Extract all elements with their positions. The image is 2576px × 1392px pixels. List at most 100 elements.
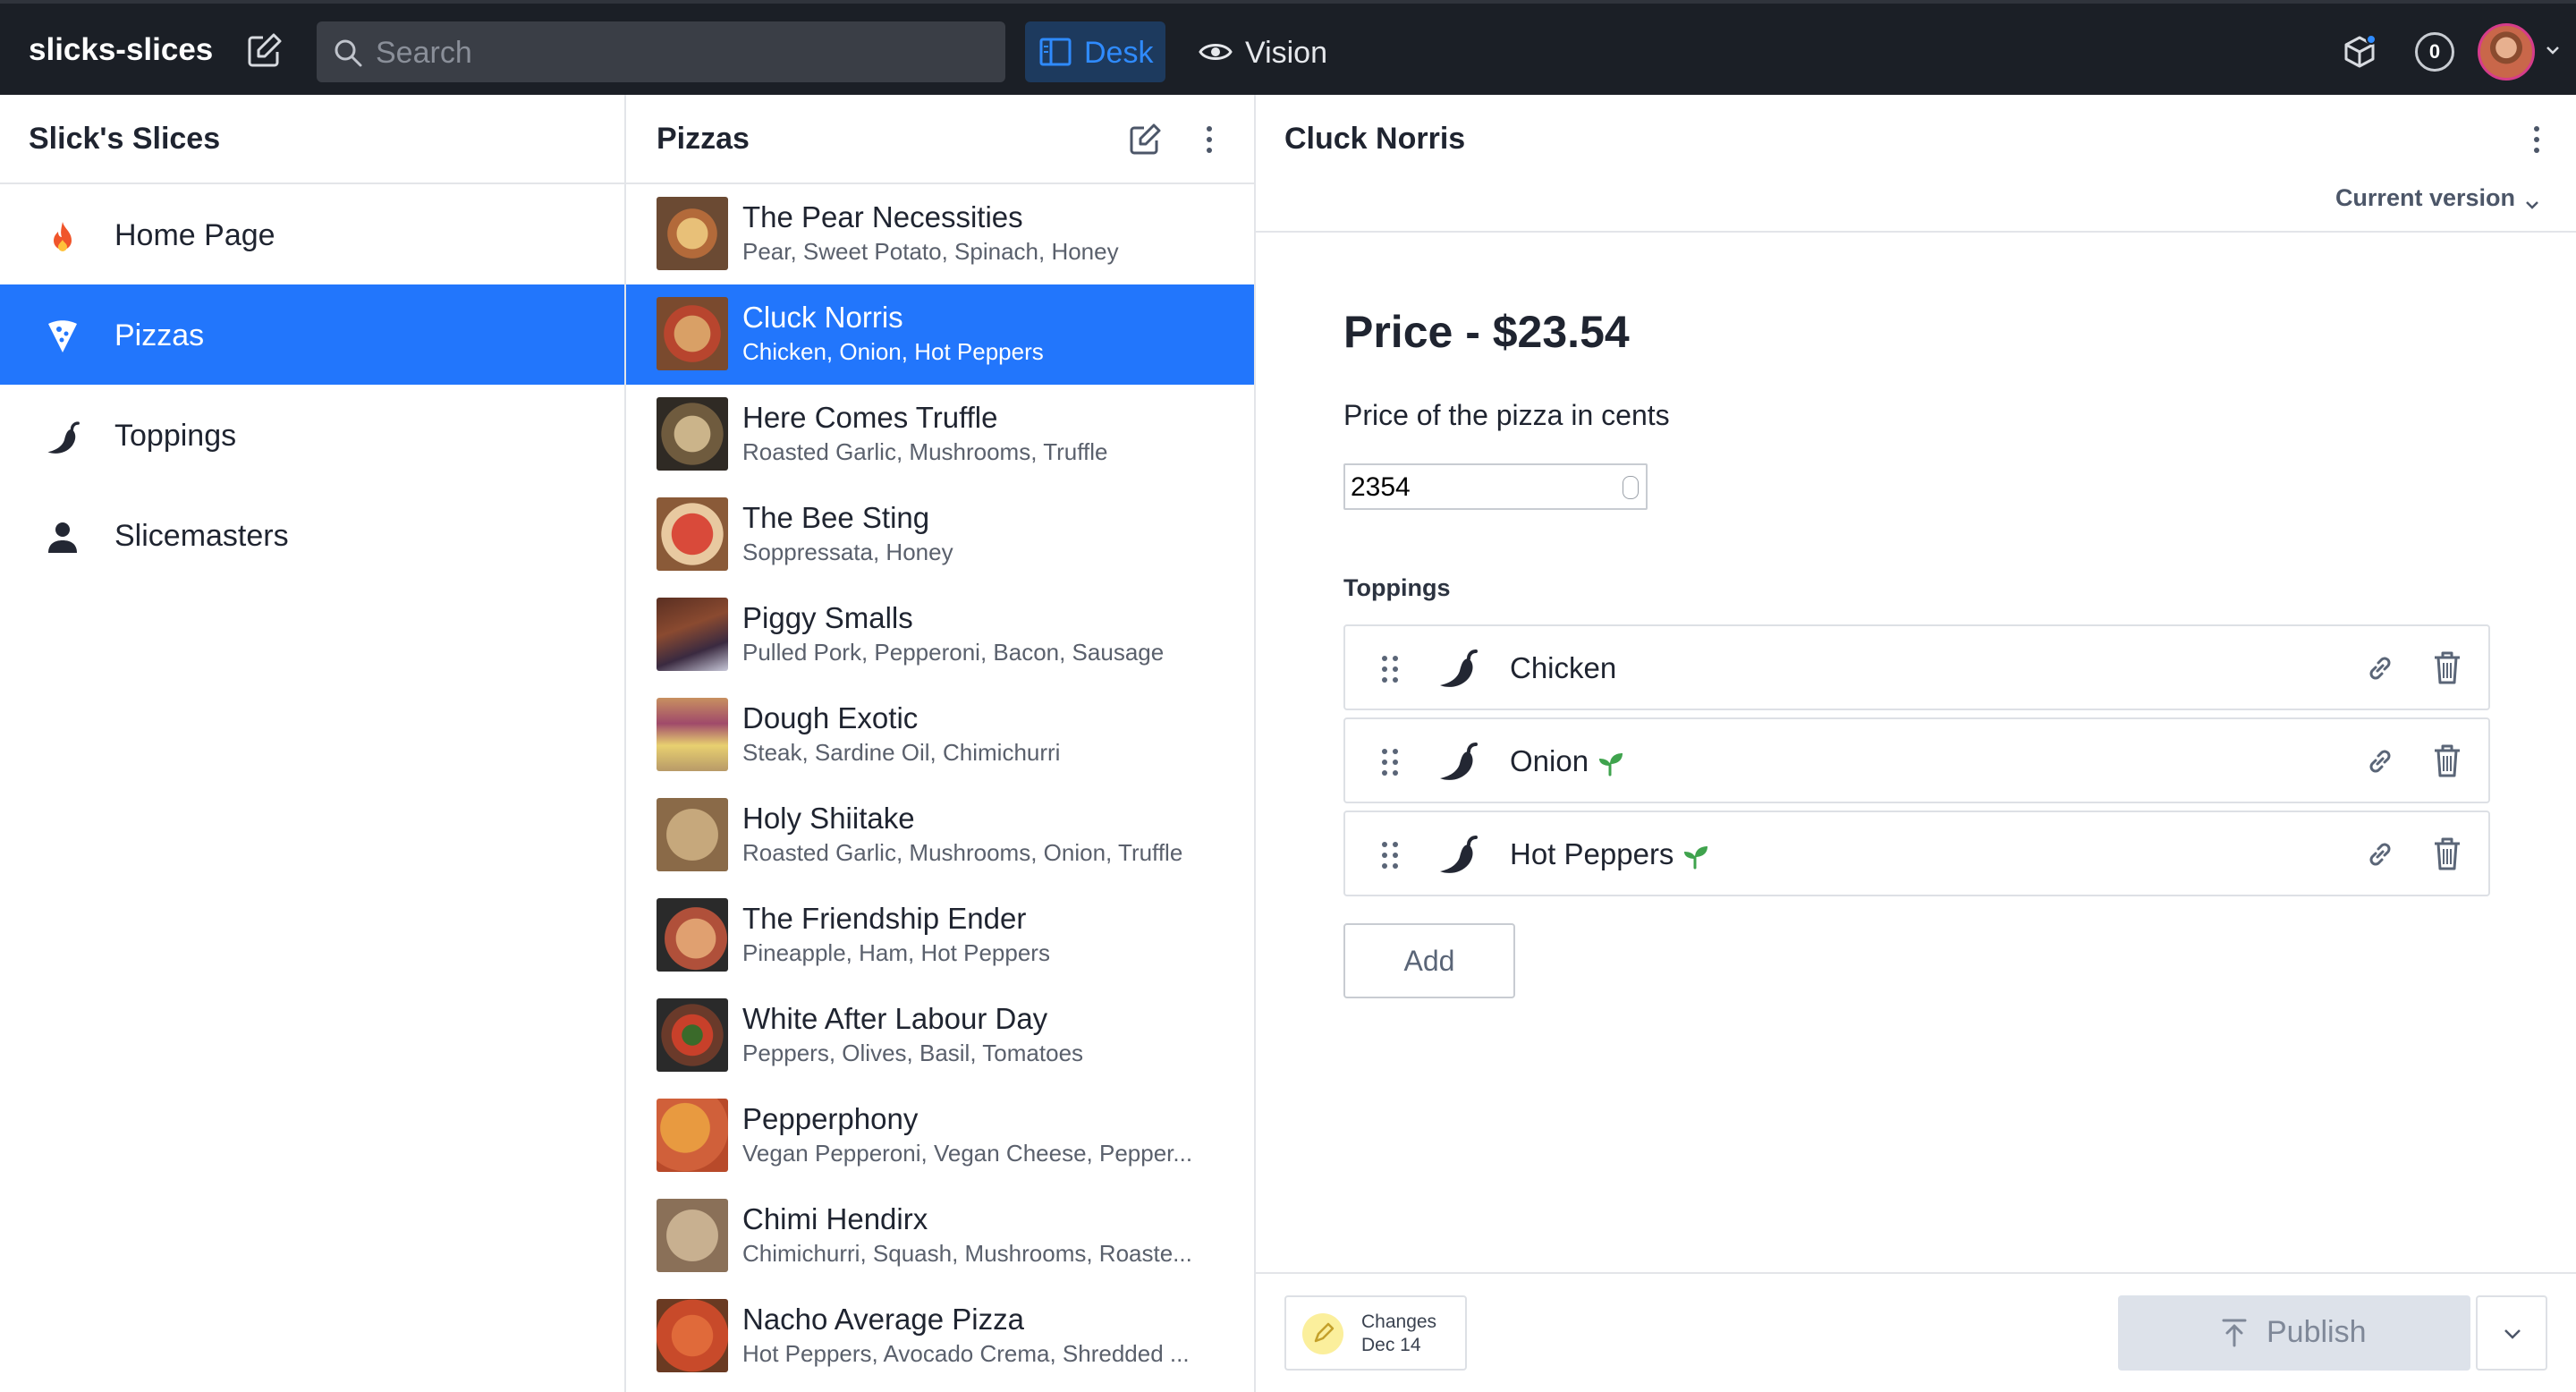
list-item-title: Nacho Average Pizza [742, 1303, 1024, 1336]
version-selector[interactable]: Current version [2335, 184, 2540, 212]
sidebar-item-toppings[interactable]: Toppings [0, 385, 624, 485]
list-item-title: Dough Exotic [742, 701, 919, 734]
add-topping-button[interactable]: Add [1343, 923, 1515, 998]
list-item-subtitle: Pineapple, Ham, Hot Peppers [742, 939, 1050, 966]
pizza-thumbnail [657, 397, 728, 471]
chili-icon [1436, 832, 1483, 878]
list-item[interactable]: Chimi Hendirx Chimichurri, Squash, Mushr… [626, 1186, 1254, 1286]
list-item[interactable]: Here Comes Truffle Roasted Garlic, Mushr… [626, 385, 1254, 485]
price-number-input[interactable]: 2354 [1343, 463, 1648, 510]
drag-handle-icon[interactable] [1379, 746, 1401, 778]
list-item-subtitle: Chimichurri, Squash, Mushrooms, Roaste..… [742, 1240, 1192, 1267]
pane-title: Slick's Slices [29, 122, 221, 156]
pizza-thumbnail [657, 1299, 728, 1372]
list-item-title: White After Labour Day [742, 1002, 1048, 1035]
pizza-icon [45, 318, 80, 354]
search-icon [333, 38, 363, 68]
sidebar-item-label: Slicemasters [114, 519, 289, 553]
tab-desk[interactable]: Desk [1025, 21, 1165, 82]
price-input-value: 2354 [1351, 472, 1411, 502]
list-item-subtitle: Roasted Garlic, Mushrooms, Onion, Truffl… [742, 839, 1183, 866]
trash-icon[interactable] [2431, 743, 2463, 778]
topping-name: Chicken [1510, 651, 1616, 685]
list-item-title: Here Comes Truffle [742, 401, 998, 434]
sidebar-item-slicemasters[interactable]: Slicemasters [0, 485, 624, 585]
fire-icon [45, 218, 80, 254]
chili-icon [1436, 646, 1483, 692]
more-menu-icon[interactable] [2519, 122, 2555, 157]
trash-icon[interactable] [2431, 649, 2463, 685]
document-title: Cluck Norris [1284, 122, 1466, 156]
review-changes-button[interactable]: Changes Dec 14 [1284, 1295, 1467, 1371]
topping-name: Onion [1510, 744, 1624, 778]
list-item[interactable]: Cluck Norris Chicken, Onion, Hot Peppers [626, 284, 1254, 385]
list-item[interactable]: The Pear Necessities Pear, Sweet Potato,… [626, 184, 1254, 284]
pane-title: Pizzas [657, 122, 750, 156]
document-list-pane: Pizzas The Pear Necessities Pear, Sweet … [626, 95, 1256, 1392]
pizza-thumbnail [657, 598, 728, 671]
list-item[interactable]: Piggy Smalls Pulled Pork, Pepperoni, Bac… [626, 585, 1254, 685]
create-document-icon[interactable] [1127, 122, 1163, 157]
more-menu-icon[interactable] [1191, 122, 1227, 157]
publish-button[interactable]: Publish [2118, 1295, 2470, 1371]
changes-label: Changes [1361, 1311, 1437, 1332]
drag-handle-icon[interactable] [1379, 839, 1401, 871]
chevron-down-icon[interactable] [2544, 41, 2562, 59]
search-input[interactable]: Search [317, 21, 1005, 82]
version-label: Current version [2334, 184, 2515, 211]
list-item-subtitle: Soppressata, Honey [742, 539, 953, 565]
search-placeholder: Search [376, 36, 472, 70]
list-item[interactable]: The Friendship Ender Pineapple, Ham, Hot… [626, 886, 1254, 986]
drag-handle-icon[interactable] [1379, 653, 1401, 685]
list-item[interactable]: Pepperphony Vegan Pepperoni, Vegan Chees… [626, 1086, 1254, 1186]
pizza-thumbnail [657, 497, 728, 571]
publish-icon [2218, 1317, 2250, 1349]
list-item-subtitle: Peppers, Olives, Basil, Tomatoes [742, 1040, 1084, 1066]
seedling-icon [1681, 843, 1709, 870]
number-stepper[interactable] [1623, 476, 1639, 499]
divider [1256, 231, 2576, 233]
link-icon[interactable] [2365, 653, 2395, 683]
topping-name-text: Chicken [1510, 651, 1617, 684]
list-item[interactable]: Dough Exotic Steak, Sardine Oil, Chimich… [626, 685, 1254, 785]
sidebar-item-pizzas[interactable]: Pizzas [0, 284, 624, 385]
sidebar-item-label: Pizzas [114, 318, 205, 352]
seedling-icon [1596, 750, 1624, 777]
list-item[interactable]: White After Labour Day Peppers, Olives, … [626, 986, 1254, 1086]
topping-name: Hot Peppers [1510, 837, 1709, 871]
list-item-subtitle: Roasted Garlic, Mushrooms, Truffle [742, 438, 1108, 465]
document-editor-pane: Cluck Norris Current version Price - $23… [1256, 95, 2576, 1392]
link-icon[interactable] [2365, 746, 2395, 777]
compose-icon[interactable] [243, 30, 284, 72]
list-item-subtitle: Pear, Sweet Potato, Spinach, Honey [742, 238, 1119, 265]
list-item[interactable]: Nacho Average Pizza Hot Peppers, Avocado… [626, 1286, 1254, 1387]
price-heading: Price - $23.54 [1343, 307, 1630, 357]
notification-count-badge[interactable]: 0 [2415, 32, 2454, 72]
list-item-subtitle: Hot Peppers, Avocado Crema, Shredded ... [742, 1340, 1190, 1367]
list-item[interactable]: Holy Shiitake Roasted Garlic, Mushrooms,… [626, 785, 1254, 886]
pizza-thumbnail [657, 197, 728, 270]
top-navbar: slicks-slices Search Desk Vision 0 [0, 0, 2576, 95]
pizza-thumbnail [657, 297, 728, 370]
list-item-title: Holy Shiitake [742, 802, 915, 835]
sidebar-item-home-page[interactable]: Home Page [0, 184, 624, 284]
project-name[interactable]: slicks-slices [29, 32, 213, 68]
tab-vision[interactable]: Vision [1186, 21, 1338, 82]
publish-menu-button[interactable] [2476, 1295, 2547, 1371]
toppings-field-label: Toppings [1343, 574, 1451, 601]
link-icon[interactable] [2365, 839, 2395, 870]
trash-icon[interactable] [2431, 836, 2463, 871]
chili-icon [1436, 739, 1483, 785]
topping-row[interactable]: Onion [1343, 717, 2490, 803]
pizza-thumbnail [657, 1099, 728, 1172]
list-item[interactable]: The Bee Sting Soppressata, Honey [626, 485, 1254, 585]
topping-row[interactable]: Hot Peppers [1343, 811, 2490, 896]
pizza-thumbnail [657, 1199, 728, 1272]
list-item-subtitle: Pulled Pork, Pepperoni, Bacon, Sausage [742, 639, 1165, 666]
tab-desk-label: Desk [1084, 36, 1154, 70]
topping-row[interactable]: Chicken [1343, 624, 2490, 710]
user-avatar[interactable] [2478, 23, 2535, 81]
tab-vision-label: Vision [1245, 36, 1327, 70]
list-item-subtitle: Vegan Pepperoni, Vegan Cheese, Pepper... [742, 1140, 1193, 1167]
sidebar-item-label: Home Page [114, 218, 275, 252]
